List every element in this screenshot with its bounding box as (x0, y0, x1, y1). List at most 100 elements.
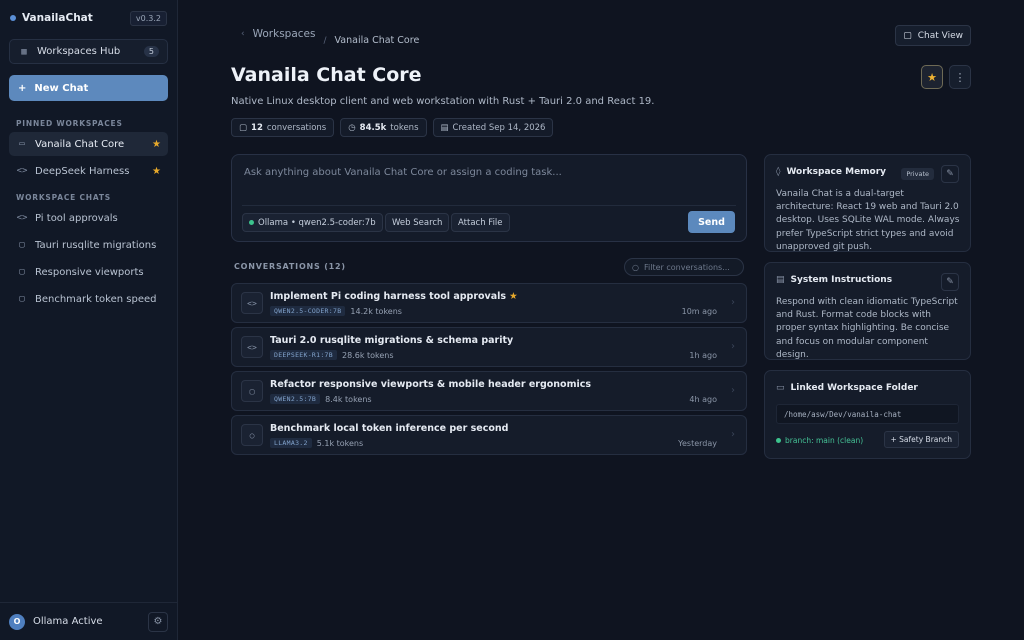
sidebar-item-pi-tool-approvals[interactable]: <> Pi tool approvals (9, 206, 168, 230)
conversation-meta: QWEN2.5-CODER:7B 14.2k tokens (270, 306, 402, 316)
edit-instructions-button[interactable]: ✎ (941, 273, 959, 291)
web-search-label: Web Search (392, 217, 443, 228)
sidebar-footer: O Ollama Active ⚙ (0, 602, 177, 640)
tokens-stat: ◷ 84.5k tokens (340, 118, 427, 137)
folder-icon: ▭ (776, 383, 785, 393)
brand-dot-icon (10, 15, 16, 21)
star-button[interactable]: ★ (921, 65, 943, 89)
pencil-icon: ✎ (946, 277, 954, 287)
conversation-meta: QWEN2.5:7B 8.4k tokens (270, 394, 372, 404)
star-icon: ★ (152, 165, 161, 177)
prompt-input[interactable]: Ask anything about Vanaila Chat Core or … (244, 167, 562, 178)
workspace-memory-panel: ◊ Workspace Memory Private ✎ Vanaila Cha… (764, 154, 971, 252)
conversation-meta: DEEPSEEK-R1:7B 28.6k tokens (270, 350, 394, 360)
memory-icon: ◊ (776, 167, 781, 177)
timestamp: 4h ago (689, 395, 717, 404)
timestamp: 1h ago (689, 351, 717, 360)
sidebar-item-label: Pi tool approvals (35, 212, 118, 224)
sidebar-item-deepseek-harness[interactable]: <> DeepSeek Harness ★ (9, 159, 168, 183)
brand[interactable]: VanailaChat (10, 12, 93, 24)
ollama-status: Ollama Active (33, 616, 103, 627)
panel-header: ▭ Linked Workspace Folder (776, 383, 918, 393)
branch-status: branch: main (clean) (776, 436, 863, 445)
sidebar-item-vanaila-chat-core[interactable]: ▭ Vanaila Chat Core ★ (9, 132, 168, 156)
sidebar-item-label: Tauri rusqlite migrations (35, 239, 157, 251)
new-chat-label: New Chat (34, 82, 89, 94)
filter-conversations-input[interactable]: ○ Filter conversations... (624, 258, 744, 276)
breadcrumb-workspaces[interactable]: Workspaces (253, 28, 316, 40)
model-selector[interactable]: Ollama • qwen2.5-coder:7b (242, 213, 383, 232)
timestamp: Yesterday (678, 439, 717, 448)
search-icon: ○ (241, 424, 263, 446)
model-badge: QWEN2.5-CODER:7B (270, 306, 346, 316)
calendar-icon: ▤ (440, 122, 449, 133)
sidebar-item-label: Benchmark token speed (35, 293, 157, 305)
conversation-title-text: Implement Pi coding harness tool approva… (270, 291, 507, 302)
tokens-label: tokens (390, 122, 419, 133)
chat-view-label: Chat View (917, 30, 963, 41)
breadcrumb: ‹ Workspaces / Vanaila Chat Core (241, 21, 419, 47)
more-options-button[interactable]: ⋮ (949, 65, 971, 89)
branch-label: branch: main (clean) (785, 436, 864, 445)
conversation-title: Tauri 2.0 rusqlite migrations & schema p… (270, 335, 514, 346)
chat-view-button[interactable]: ▢ Chat View (895, 25, 971, 46)
chat-icon: ▢ (19, 267, 25, 277)
model-label: Ollama • qwen2.5-coder:7b (258, 217, 376, 228)
panel-header: ▤ System Instructions (776, 275, 892, 285)
document-icon: ▤ (776, 275, 785, 285)
panel-header: ◊ Workspace Memory (776, 167, 886, 177)
attach-file-button[interactable]: Attach File (451, 213, 510, 232)
safety-branch-button[interactable]: + Safety Branch (883, 431, 959, 448)
sidebar-header: VanailaChat v0.3.2 (0, 0, 177, 36)
chevron-left-icon[interactable]: ‹ (241, 29, 245, 39)
more-vertical-icon: ⋮ (954, 70, 966, 84)
chevron-right-icon: › (731, 297, 735, 308)
conversations-title: CONVERSATIONS (12) (234, 262, 346, 271)
gear-icon[interactable]: ⚙ (148, 611, 168, 632)
chevron-right-icon: › (731, 385, 735, 396)
instructions-text: Respond with clean idiomatic TypeScript … (776, 297, 958, 360)
main-content: ‹ Workspaces / Vanaila Chat Core ▢ Chat … (179, 0, 1024, 640)
filter-placeholder: Filter conversations... (643, 262, 730, 272)
created-stat: ▤ Created Sep 14, 2026 (432, 118, 554, 137)
star-icon: ★ (509, 291, 518, 302)
conversation-row[interactable]: <> Tauri 2.0 rusqlite migrations & schem… (231, 327, 747, 367)
workspaces-count-badge: 5 (143, 46, 159, 57)
clock-icon: ◷ (348, 122, 356, 133)
chevron-right-icon: › (731, 429, 735, 440)
conversation-row[interactable]: <> Implement Pi coding harness tool appr… (231, 283, 747, 323)
sidebar-item-tauri-rusqlite[interactable]: ▢ Tauri rusqlite migrations (9, 233, 168, 257)
panel-title: System Instructions (790, 275, 893, 285)
pencil-icon: ✎ (946, 169, 954, 179)
sidebar-item-responsive-viewports[interactable]: ▢ Responsive viewports (9, 260, 168, 284)
grid-icon: ▦ (21, 46, 27, 57)
new-chat-button[interactable]: + New Chat (9, 75, 168, 101)
code-icon: <> (241, 292, 263, 314)
conversations-label: conversations (266, 122, 327, 133)
edit-memory-button[interactable]: ✎ (941, 165, 959, 183)
panel-title: Linked Workspace Folder (790, 383, 918, 393)
web-search-button[interactable]: Web Search (385, 213, 450, 232)
system-instructions-panel: ▤ System Instructions ✎ Respond with cle… (764, 262, 971, 360)
token-count: 28.6k tokens (342, 350, 394, 360)
sidebar-item-benchmark-token-speed[interactable]: ▢ Benchmark token speed (9, 287, 168, 311)
pinned-workspaces-title: PINNED WORKSPACES (16, 119, 123, 128)
status-dot-icon (249, 220, 254, 225)
chat-icon: ▢ (239, 122, 248, 133)
pinned-list: ▭ Vanaila Chat Core ★ <> DeepSeek Harnes… (0, 132, 177, 183)
avatar[interactable]: O (9, 613, 25, 630)
attach-file-label: Attach File (458, 217, 503, 228)
folder-path[interactable]: /home/asw/Dev/vanaila-chat (776, 404, 959, 424)
conversation-row[interactable]: ▢ Refactor responsive viewports & mobile… (231, 371, 747, 411)
send-button[interactable]: Send (688, 211, 735, 233)
conversation-row[interactable]: ○ Benchmark local token inference per se… (231, 415, 747, 455)
star-icon: ★ (927, 70, 937, 84)
conversations-stat: ▢ 12 conversations (231, 118, 335, 137)
sidebar-item-label: DeepSeek Harness (35, 165, 130, 177)
sidebar-item-label: Vanaila Chat Core (35, 138, 125, 150)
workspaces-hub-button[interactable]: ▦ Workspaces Hub 5 (9, 39, 168, 64)
brand-name: VanailaChat (22, 12, 93, 24)
folder-icon: ▭ (19, 139, 25, 149)
private-badge: Private (901, 168, 934, 180)
conversation-title: Benchmark local token inference per seco… (270, 423, 509, 434)
